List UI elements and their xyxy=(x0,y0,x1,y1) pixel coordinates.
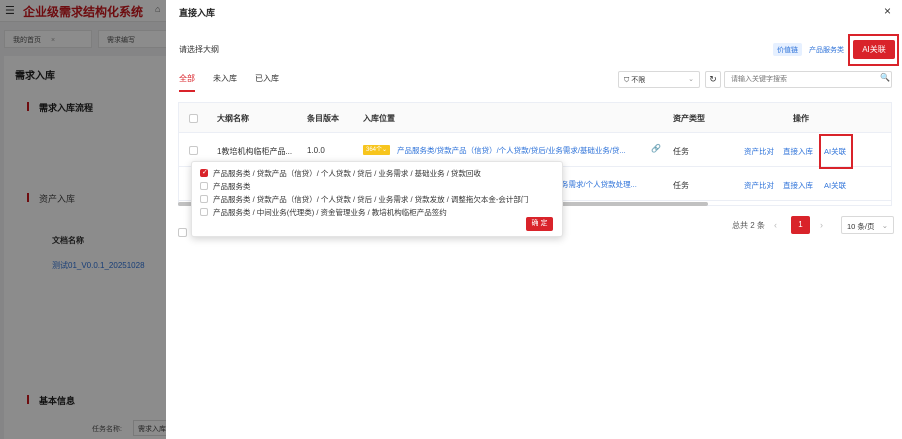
asset-compare-link[interactable]: 资产比对 xyxy=(744,146,774,157)
col-operations: 操作 xyxy=(793,114,809,123)
ai-link-button[interactable]: AI关联 xyxy=(853,40,895,59)
chevron-down-icon: ⌄ xyxy=(688,76,694,83)
page-size-select[interactable]: 10 条/页 ⌄ xyxy=(841,216,894,234)
row-version: 1.0.0 xyxy=(307,146,325,155)
footer-checkbox[interactable] xyxy=(178,228,187,237)
pagination-total: 总共 2 条 xyxy=(732,221,765,230)
row-asset-type: 任务 xyxy=(673,181,689,190)
col-version: 条目版本 xyxy=(307,114,339,123)
item-checkbox[interactable] xyxy=(200,182,208,190)
chevron-left-icon[interactable]: ‹ xyxy=(774,220,777,230)
count-badge[interactable]: 364个⌄ xyxy=(363,145,391,155)
col-outline-name: 大纲名称 xyxy=(217,114,249,123)
link-icon[interactable]: 🔗 xyxy=(651,144,661,153)
select-all-checkbox[interactable] xyxy=(189,114,198,123)
ai-link-op[interactable]: AI关联 xyxy=(824,180,846,191)
confirm-button[interactable]: 确 定 xyxy=(526,217,553,231)
direct-inbound-link[interactable]: 直接入库 xyxy=(783,146,813,157)
item-checkbox[interactable] xyxy=(200,168,208,177)
modal-title: 直接入库 xyxy=(179,8,216,18)
filter-select[interactable]: ⛉ 不限 ⌄ xyxy=(618,71,700,88)
tab-inbound[interactable]: 已入库 xyxy=(255,73,279,84)
page-1-button[interactable]: 1 xyxy=(791,216,810,234)
refresh-button[interactable]: ↻ xyxy=(705,71,721,88)
location-popover: 产品服务类 / 贷款产品（信贷）/ 个人贷款 / 贷后 / 业务需求 / 基础业… xyxy=(191,161,563,237)
highlight-box xyxy=(819,134,853,169)
row-asset-type: 任务 xyxy=(673,147,689,156)
tab-underline xyxy=(179,90,195,92)
chevron-down-icon: ⌄ xyxy=(382,147,388,153)
row-location[interactable]: 产品服务类/贷款产品（信贷）/个人贷款/贷后/业务需求/基础业务/贷... xyxy=(397,145,647,156)
page-size-value: 10 条/页 xyxy=(847,222,875,231)
row-location[interactable]: 务需求/个人贷款处理... xyxy=(561,179,661,190)
item-label: 产品服务类 xyxy=(213,182,251,191)
col-location: 入库位置 xyxy=(363,114,395,123)
item-label: 产品服务类 / 中间业务(代理类) / 资金管理业务 / 教培机构临柜产品签约 xyxy=(213,208,447,217)
row-checkbox[interactable] xyxy=(189,146,198,155)
table-header: 大纲名称 条目版本 入库位置 资产类型 操作 xyxy=(179,103,891,133)
tag-product-service[interactable]: 产品服务类 xyxy=(807,43,846,56)
direct-inbound-link[interactable]: 直接入库 xyxy=(783,180,813,191)
tab-all[interactable]: 全部 xyxy=(179,73,195,84)
filter-value: 不限 xyxy=(631,77,646,84)
outline-label: 请选择大纲 xyxy=(179,45,219,54)
search-icon[interactable]: 🔍 xyxy=(880,73,890,82)
col-asset-type: 资产类型 xyxy=(673,114,705,123)
item-label: 产品服务类 / 贷款产品（信贷）/ 个人贷款 / 贷后 / 业务需求 / 贷款发… xyxy=(213,195,529,204)
filter-icon: ⛉ xyxy=(624,77,630,84)
tab-not-inbound[interactable]: 未入库 xyxy=(213,73,237,84)
tag-value-chain[interactable]: 价值链 xyxy=(773,43,802,56)
item-label: 产品服务类 / 贷款产品（信贷）/ 个人贷款 / 贷后 / 业务需求 / 基础业… xyxy=(213,169,481,178)
chevron-down-icon: ⌄ xyxy=(881,221,888,230)
row-outline-name: 1教培机构临柜产品... xyxy=(217,147,293,156)
item-checkbox[interactable] xyxy=(200,195,208,203)
search-input[interactable] xyxy=(724,71,892,88)
item-checkbox[interactable] xyxy=(200,208,208,216)
close-icon[interactable]: × xyxy=(884,4,891,18)
count-badge-label: 364个 xyxy=(366,147,383,153)
chevron-right-icon[interactable]: › xyxy=(820,220,823,230)
asset-compare-link[interactable]: 资产比对 xyxy=(744,180,774,191)
